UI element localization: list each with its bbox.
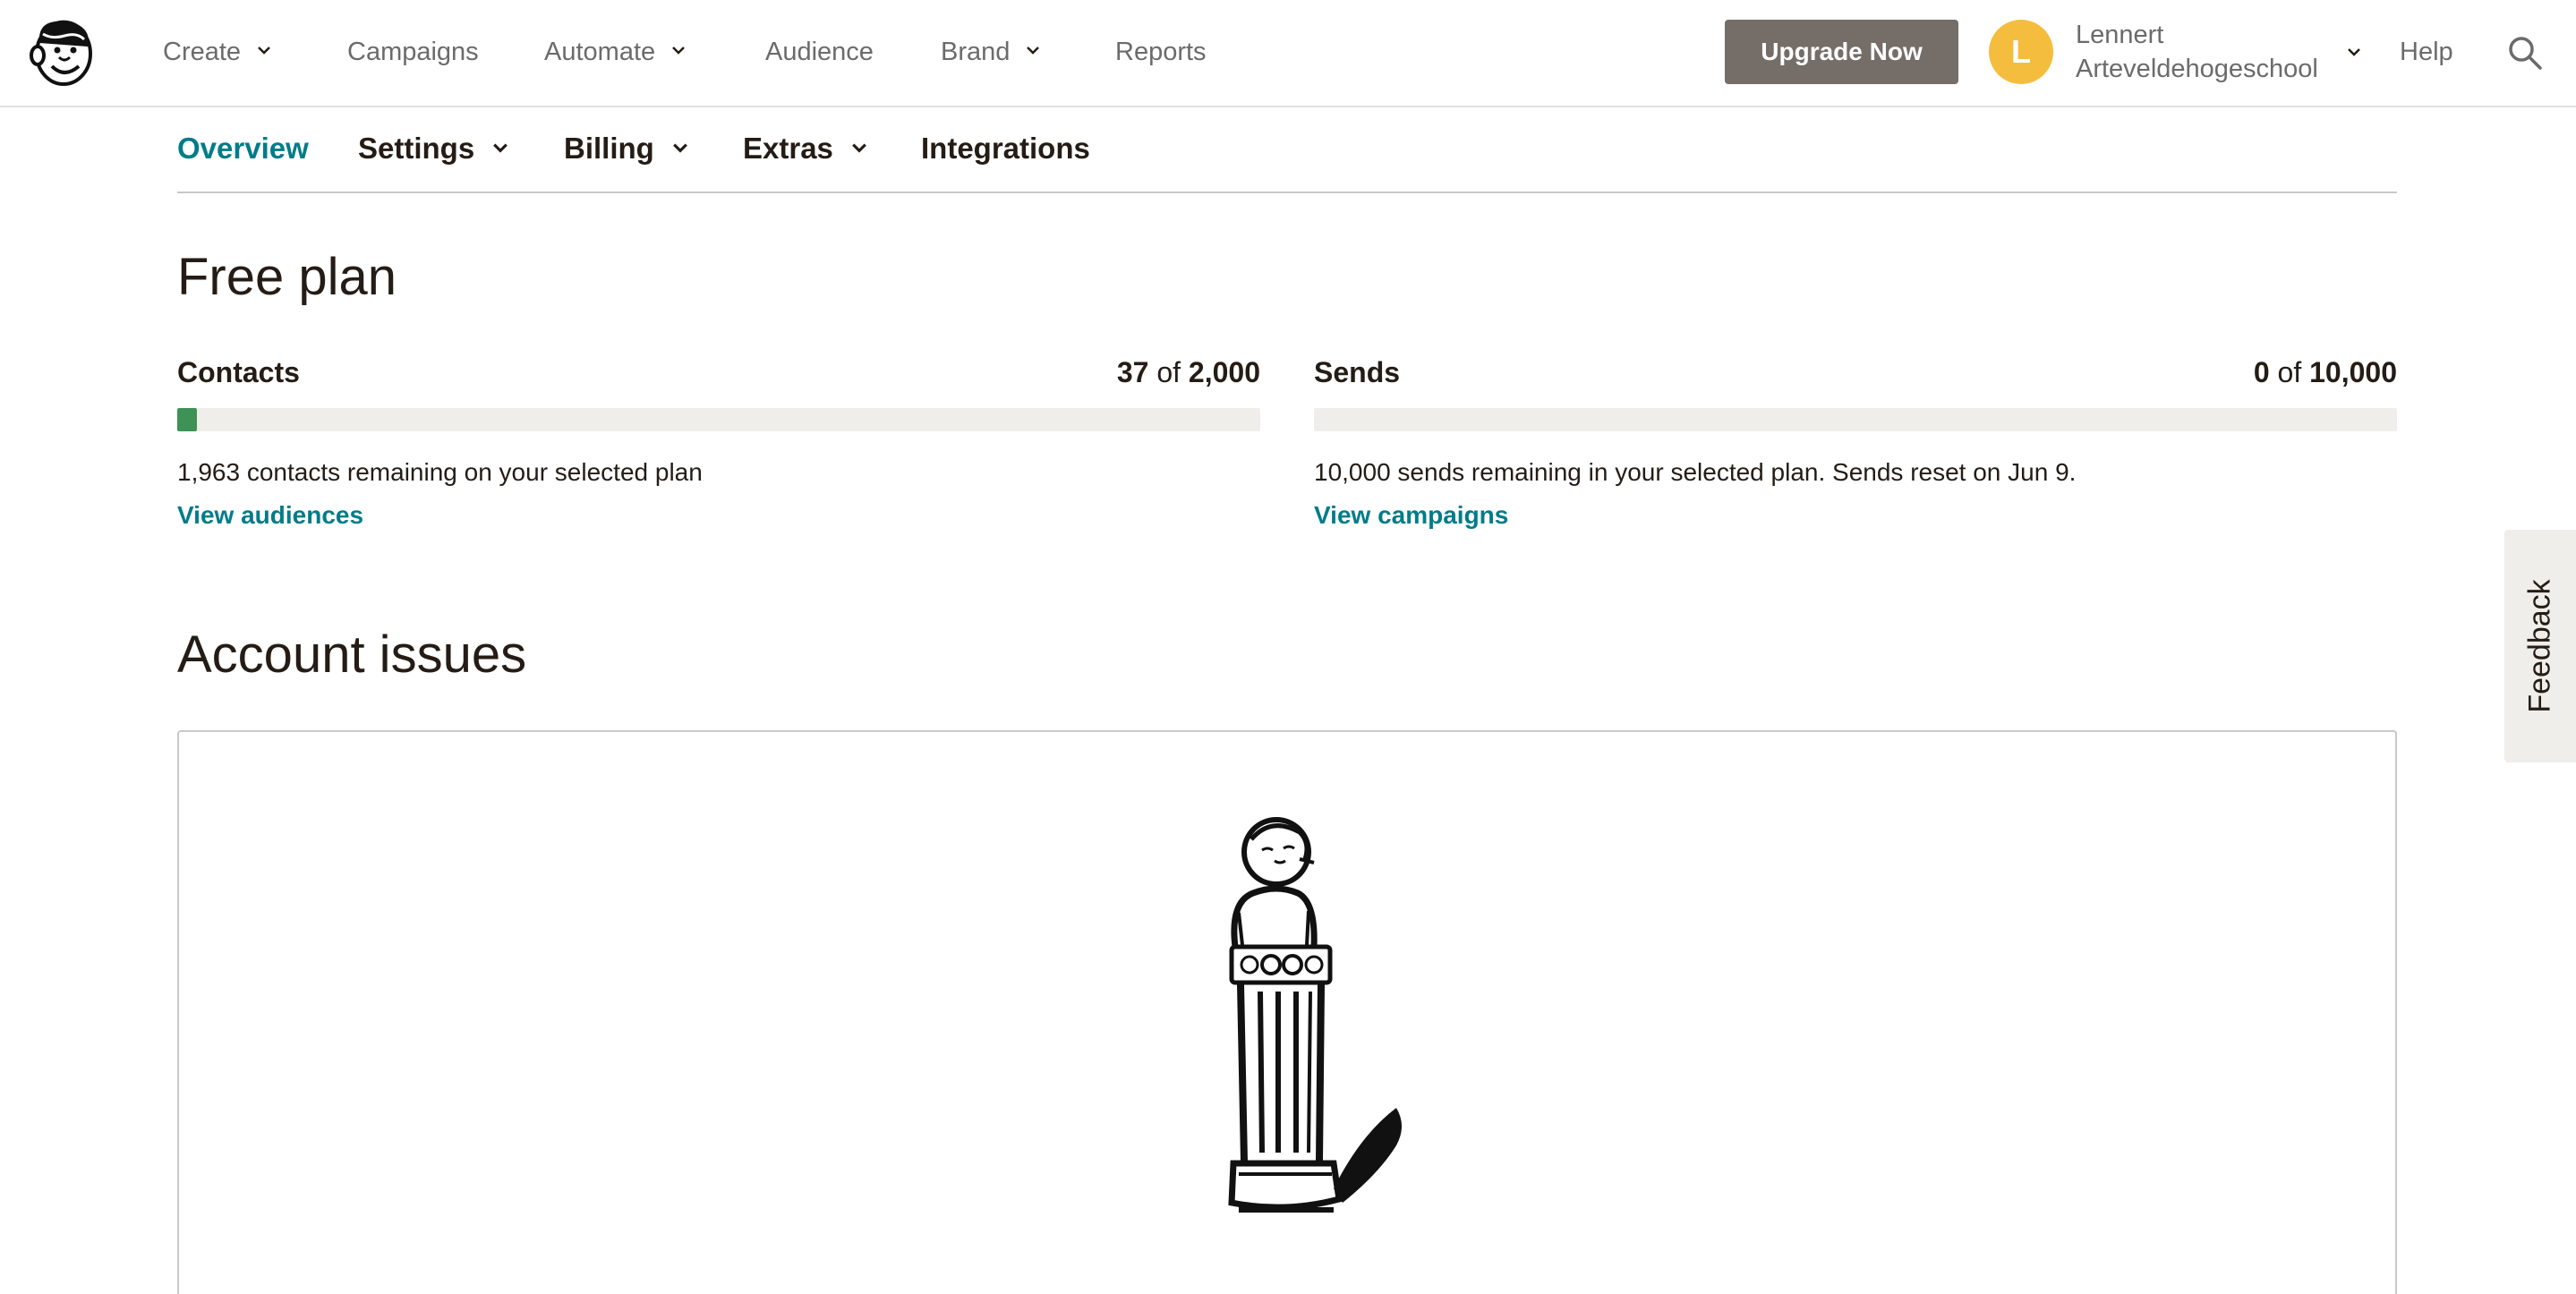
chevron-down-icon: [672, 47, 686, 55]
column-statue-illustration-icon: [1228, 817, 1402, 1213]
sends-of: of: [2277, 356, 2302, 388]
chevron-down-icon[interactable]: [2347, 45, 2361, 59]
sends-label: Sends: [1314, 356, 1401, 388]
tab-extras-label: Extras: [743, 132, 833, 165]
nav-reports[interactable]: Reports: [1115, 36, 1207, 68]
nav-automate[interactable]: Automate: [544, 36, 686, 68]
contacts-remaining-text: 1,963 contacts remaining on your selecte…: [177, 458, 703, 486]
nav-campaigns[interactable]: Campaigns: [347, 36, 479, 68]
account-issues-title: Account issues: [177, 626, 527, 684]
nav-reports-label: Reports: [1115, 38, 1207, 66]
contacts-label: Contacts: [177, 356, 300, 388]
account-menu[interactable]: Lennert Arteveldehogeschool: [2076, 18, 2318, 86]
nav-brand-label: Brand: [941, 38, 1011, 66]
nav-audience-label: Audience: [765, 38, 874, 66]
tab-billing-label: Billing: [564, 132, 654, 165]
sends-progress-bar: [1314, 408, 2397, 431]
top-navigation-bar: Create Campaigns Automate Audience Brand…: [0, 0, 2576, 107]
tab-settings-label: Settings: [358, 132, 475, 165]
view-audiences-link[interactable]: View audiences: [177, 501, 363, 530]
nav-brand[interactable]: Brand: [941, 36, 1040, 68]
search-icon[interactable]: [2507, 35, 2543, 71]
avatar[interactable]: L: [1989, 20, 2053, 84]
feedback-label: Feedback: [2522, 579, 2557, 713]
chevron-down-icon: [258, 47, 270, 55]
sends-remaining-text: 10,000 sends remaining in your selected …: [1314, 458, 2077, 486]
view-campaigns-link[interactable]: View campaigns: [1314, 501, 1508, 530]
tab-billing[interactable]: Billing: [564, 125, 688, 172]
upgrade-now-button[interactable]: Upgrade Now: [1725, 20, 1958, 84]
tab-integrations-label: Integrations: [921, 132, 1090, 165]
account-subnav: Overview Settings Billing Extras Integra…: [177, 125, 2397, 193]
nav-create[interactable]: Create: [163, 36, 271, 68]
sends-count: 0 of 10,000: [2254, 356, 2397, 389]
tab-integrations[interactable]: Integrations: [921, 125, 1090, 172]
contacts-progress-fill: [177, 408, 198, 431]
contacts-count: 37 of 2,000: [1117, 356, 1260, 389]
feedback-tab[interactable]: Feedback: [2504, 530, 2576, 762]
user-first-name: Lennert: [2076, 21, 2164, 49]
contacts-total: 2,000: [1188, 356, 1260, 388]
nav-automate-label: Automate: [544, 38, 656, 66]
tab-overview[interactable]: Overview: [177, 125, 309, 172]
sends-total: 10,000: [2309, 356, 2397, 388]
nav-create-label: Create: [163, 38, 242, 66]
sends-used: 0: [2253, 356, 2270, 388]
mailchimp-logo-icon[interactable]: [29, 16, 98, 88]
plan-title: Free plan: [177, 248, 397, 306]
contacts-of: of: [1156, 356, 1181, 388]
contacts-progress-bar: [177, 408, 1260, 431]
chevron-down-icon: [493, 143, 508, 153]
chevron-down-icon: [672, 143, 687, 153]
chevron-down-icon: [852, 143, 866, 153]
tab-overview-label: Overview: [177, 132, 309, 165]
user-account-name: Arteveldehogeschool: [2076, 55, 2318, 83]
contacts-used: 37: [1116, 356, 1149, 388]
nav-audience[interactable]: Audience: [765, 36, 874, 68]
nav-campaigns-label: Campaigns: [347, 38, 479, 66]
tab-settings[interactable]: Settings: [358, 125, 508, 172]
help-link[interactable]: Help: [2400, 36, 2453, 68]
chevron-down-icon: [1027, 47, 1040, 55]
tab-extras[interactable]: Extras: [743, 125, 867, 172]
